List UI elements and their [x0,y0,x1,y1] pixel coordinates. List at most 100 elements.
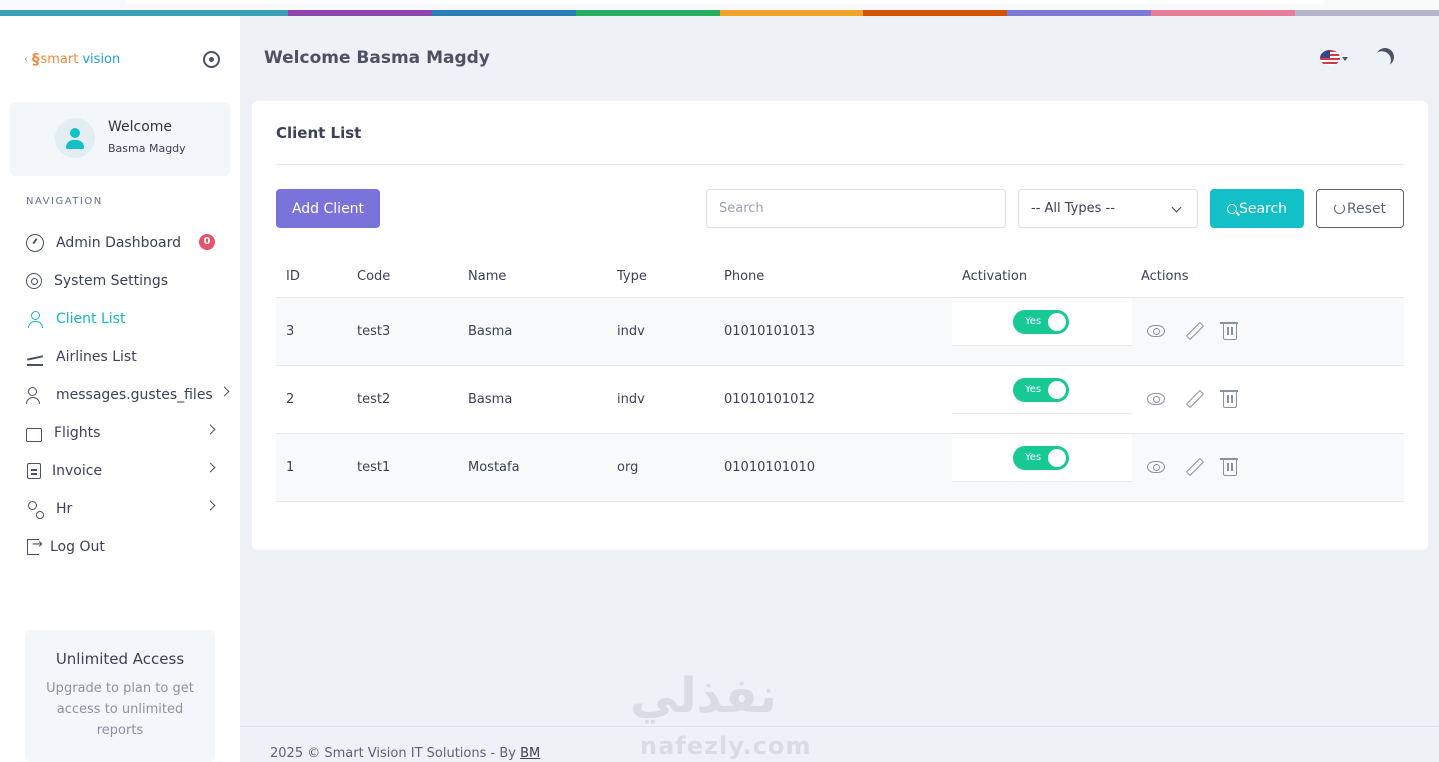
sidebar-item-hr[interactable]: Hr [26,490,236,528]
notification-badge: 0 [199,234,215,250]
watermark-latin: nafezly.com [640,732,812,760]
cell-phone: 01010101012 [724,392,815,407]
card-title: Client List [276,124,362,142]
sidebar-item-label: messages.gustes_files [56,387,213,403]
view-eye-icon[interactable] [1147,325,1165,337]
chevron-right-icon [205,500,216,511]
invoice-icon [27,463,41,479]
add-client-button[interactable]: Add Client [276,189,380,228]
row-actions [1147,390,1238,408]
sidebar-item-label: Log Out [50,539,105,555]
sidebar-item-airlines-list[interactable]: Airlines List [26,338,236,376]
gear-icon [26,273,42,289]
chevron-right-icon [205,462,216,473]
moon-icon[interactable] [1373,45,1396,68]
view-eye-icon[interactable] [1147,461,1165,473]
table-header: ID Code Name Type Phone Activation Actio… [276,256,1404,298]
sidebar-item-label: Invoice [52,463,103,479]
search-input[interactable] [706,189,1006,228]
cell-name: Basma [468,324,513,339]
clients-table: ID Code Name Type Phone Activation Actio… [276,256,1404,502]
column-header: Actions [1141,269,1189,284]
sidebar-pin-icon[interactable] [203,51,220,68]
cell-id: 2 [286,392,295,407]
cell-type: indv [617,392,645,407]
view-eye-icon[interactable] [1147,393,1165,405]
us-flag-icon[interactable] [1320,50,1340,66]
reset-button-label: Reset [1346,200,1387,217]
row-actions [1147,322,1238,340]
delete-trash-icon[interactable] [1220,458,1238,476]
refresh-icon [1333,203,1345,214]
gauge-icon [26,234,44,252]
activation-cell: Yes [952,366,1132,414]
caret-down-icon[interactable] [1342,57,1348,61]
table-row: 3 test3 Basma indv 01010101013 Yes [276,298,1404,366]
logo[interactable]: ‹ § smart vision [24,50,120,68]
cell-phone: 01010101013 [724,324,815,339]
type-filter-select[interactable]: -- All Types -- [1018,189,1198,228]
type-filter-value: -- All Types -- [1031,201,1115,216]
user-icon [26,310,44,328]
footer-author-link[interactable]: BM [520,746,540,761]
watermark-arabic: نفذلي [630,668,777,724]
reset-button[interactable]: Reset [1316,189,1404,228]
plane-icon [26,348,44,366]
cell-type: indv [617,324,645,339]
cell-code: test2 [357,392,391,407]
sidebar-item-log-out[interactable]: Log Out [26,528,236,566]
column-header[interactable]: ID [286,269,300,284]
logo-mark-icon: § [32,50,40,68]
upgrade-description: Upgrade to plan to get access to unlimit… [46,681,194,738]
column-header[interactable]: Name [468,269,506,284]
column-header[interactable]: Type [617,269,647,284]
column-header[interactable]: Code [357,269,390,284]
sidebar-item-label: System Settings [54,273,169,289]
delete-trash-icon[interactable] [1220,390,1238,408]
activation-toggle[interactable]: Yes [1013,378,1069,402]
cell-id: 3 [286,324,295,339]
column-header[interactable]: Activation [962,269,1027,284]
sidebar-item-label: Client List [56,311,126,327]
cell-code: test3 [357,324,391,339]
column-header[interactable]: Phone [724,269,764,284]
activation-cell: Yes [952,434,1132,482]
table-row: 2 test2 Basma indv 01010101012 Yes [276,366,1404,434]
delete-trash-icon[interactable] [1220,322,1238,340]
upgrade-title: Unlimited Access [55,650,185,668]
sidebar-item-system-settings[interactable]: System Settings [26,262,236,300]
cell-name: Mostafa [468,460,520,475]
top-strip-highlight [125,0,1325,4]
cell-phone: 01010101010 [724,460,815,475]
ticket-icon [26,428,42,442]
row-actions [1147,458,1238,476]
client-list-card: Client List Add Client -- All Types -- S… [252,101,1428,550]
logout-icon [27,537,43,555]
footer: 2025 © Smart Vision IT Solutions - By BM [270,746,540,761]
sidebar-item-guests-files[interactable]: messages.gustes_files [26,376,236,414]
logo-text-vision: vision [82,51,121,67]
user-card-title: Welcome [108,119,173,135]
page-welcome-title: Welcome Basma Magdy [264,48,490,68]
edit-pencil-icon[interactable] [1185,458,1203,476]
activation-toggle[interactable]: Yes [1013,446,1069,470]
avatar [55,118,95,158]
sidebar-item-label: Hr [56,501,73,517]
user-card-name: Basma Magdy [108,142,186,155]
chevron-left-icon: ‹ [24,53,28,65]
avatar-body [66,140,84,149]
sidebar-item-flights[interactable]: Flights [26,414,236,452]
search-button-label: Search [1238,200,1288,217]
sidebar-item-admin-dashboard[interactable]: Admin Dashboard 0 [26,224,236,262]
activation-toggle[interactable]: Yes [1013,310,1069,334]
cell-id: 1 [286,460,295,475]
chevron-right-icon [205,424,216,435]
edit-pencil-icon[interactable] [1185,390,1203,408]
edit-pencil-icon[interactable] [1185,322,1203,340]
footer-divider [240,726,1439,727]
hr-icon [26,500,44,519]
sidebar-item-invoice[interactable]: Invoice [26,452,236,490]
cell-type: org [617,460,639,475]
search-button[interactable]: Search [1210,189,1304,228]
sidebar-item-client-list[interactable]: Client List [26,300,236,338]
